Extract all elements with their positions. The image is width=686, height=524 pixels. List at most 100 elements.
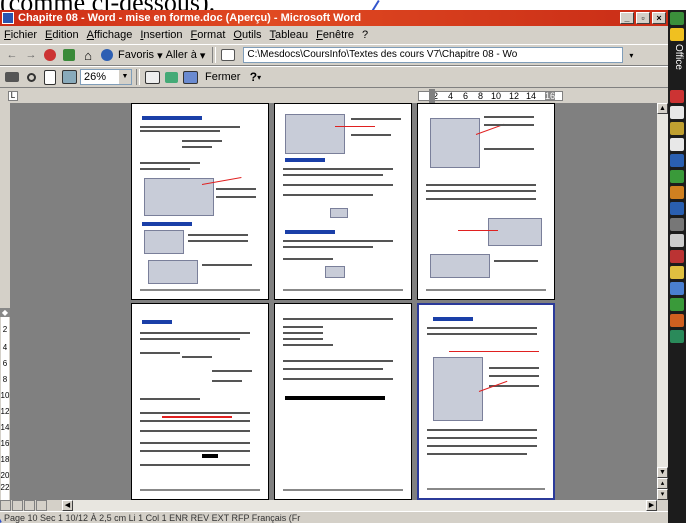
- office-bar-label: Office: [673, 44, 684, 70]
- forward-icon[interactable]: →: [23, 46, 39, 64]
- one-page-icon[interactable]: [42, 68, 58, 86]
- address-field[interactable]: C:\Mesdocs\CoursInfo\Textes des cours V7…: [243, 47, 624, 63]
- word-app-icon[interactable]: [2, 12, 14, 24]
- office-bar-icon[interactable]: [670, 266, 684, 279]
- page-thumbnail-2[interactable]: [274, 103, 412, 300]
- title-bar[interactable]: Chapitre 08 - Word - mise en forme.doc (…: [0, 10, 668, 26]
- office-bar-icon[interactable]: [670, 202, 684, 215]
- window-title: Chapitre 08 - Word - mise en forme.doc (…: [18, 12, 362, 24]
- menu-edition[interactable]: Edition: [45, 29, 79, 41]
- word-window: Chapitre 08 - Word - mise en forme.doc (…: [0, 10, 668, 523]
- menu-insertion[interactable]: Insertion: [140, 29, 182, 41]
- menu-fichier[interactable]: Fichier: [4, 29, 37, 41]
- vruler-tick: 10: [0, 391, 10, 400]
- ruler-tick: 4: [448, 91, 454, 101]
- ruler-tick: 10: [491, 91, 502, 101]
- ruler-tick: 8: [478, 91, 484, 101]
- office-bar-icon[interactable]: [670, 154, 684, 167]
- page-thumbnail-4[interactable]: [131, 303, 269, 500]
- document-area[interactable]: [10, 103, 657, 500]
- magnifier-icon[interactable]: [23, 68, 39, 86]
- office-shortcut-bar: Office: [668, 10, 686, 523]
- full-screen-icon[interactable]: [182, 68, 198, 86]
- office-bar-icon[interactable]: [670, 12, 684, 25]
- office-bar-icon[interactable]: [670, 234, 684, 247]
- scroll-left-button[interactable]: ◀: [62, 500, 73, 511]
- vruler-tick: 14: [0, 423, 10, 432]
- office-bar-icon[interactable]: [670, 298, 684, 311]
- menu-affichage[interactable]: Affichage: [87, 29, 133, 41]
- office-bar-icon[interactable]: [670, 314, 684, 327]
- menu-tableau[interactable]: Tableau: [270, 29, 309, 41]
- multiple-pages-icon[interactable]: [61, 68, 77, 86]
- vertical-scrollbar[interactable]: ▲ ▼ ▴ ▾: [657, 103, 668, 500]
- ruler-tick: 12: [509, 91, 520, 101]
- search-web-icon[interactable]: [99, 46, 115, 64]
- vruler-tick: 2: [2, 325, 8, 334]
- refresh-icon[interactable]: [61, 46, 77, 64]
- goto-button[interactable]: Aller à ▾: [166, 46, 206, 64]
- vruler-tick: 4: [2, 343, 8, 352]
- favorites-button[interactable]: Favoris ▾: [118, 46, 163, 64]
- close-button[interactable]: ×: [652, 12, 666, 24]
- next-page-button[interactable]: ▾: [657, 489, 668, 500]
- office-bar-icon[interactable]: [670, 138, 684, 151]
- close-preview-button[interactable]: Fermer: [201, 68, 244, 86]
- office-bar-icon[interactable]: [670, 330, 684, 343]
- office-bar-icon[interactable]: [670, 28, 684, 41]
- office-bar-icon[interactable]: [670, 170, 684, 183]
- menu-help[interactable]: ?: [362, 29, 368, 41]
- home-icon[interactable]: ⌂: [80, 46, 96, 64]
- page-thumbnail-3[interactable]: [417, 103, 555, 300]
- stop-icon[interactable]: [42, 46, 58, 64]
- office-bar-icon[interactable]: [670, 90, 684, 103]
- page-view-button[interactable]: [24, 500, 35, 511]
- vruler-tick: 20: [0, 471, 10, 480]
- back-icon[interactable]: ←: [4, 46, 20, 64]
- office-bar-icon[interactable]: [670, 218, 684, 231]
- print-preview-toolbar: 26% ▼ Fermer ? ▾: [0, 66, 668, 88]
- horizontal-scrollbar[interactable]: ◀ ▶: [62, 500, 657, 511]
- shrink-to-fit-icon[interactable]: [163, 68, 179, 86]
- restore-button[interactable]: ▫: [636, 12, 650, 24]
- ruler-tick: 14: [526, 91, 537, 101]
- tab-selector[interactable]: L: [8, 91, 18, 101]
- minimize-button[interactable]: _: [620, 12, 634, 24]
- scroll-right-button[interactable]: ▶: [646, 500, 657, 511]
- prev-page-button[interactable]: ▴: [657, 478, 668, 489]
- separator: [212, 47, 217, 63]
- page-thumbnail-1[interactable]: [131, 103, 269, 300]
- indent-marker[interactable]: [429, 89, 435, 103]
- help-icon[interactable]: ? ▾: [247, 68, 263, 86]
- office-bar-icon[interactable]: [670, 186, 684, 199]
- zoom-select[interactable]: 26% ▼: [80, 69, 132, 85]
- separator: [136, 69, 140, 85]
- menu-bar: Fichier Edition Affichage Insertion Form…: [0, 26, 668, 44]
- menu-format[interactable]: Format: [191, 29, 226, 41]
- web-view-button[interactable]: [12, 500, 23, 511]
- page-thumbnail-5[interactable]: [274, 303, 412, 500]
- address-dropdown-icon[interactable]: ▾: [623, 46, 639, 64]
- office-bar-icon[interactable]: [670, 250, 684, 263]
- zoom-value: 26%: [84, 71, 107, 83]
- scroll-down-button[interactable]: ▼: [657, 467, 668, 478]
- goto-label: Aller à: [165, 49, 197, 61]
- vruler-tick: 8: [2, 375, 8, 384]
- normal-view-button[interactable]: [0, 500, 11, 511]
- ruler-strip[interactable]: 2 4 6 8 10 12 14 16: [418, 91, 563, 101]
- page-thumbnail-6-selected[interactable]: [417, 303, 555, 500]
- office-bar-icon[interactable]: [670, 122, 684, 135]
- print-icon[interactable]: [4, 68, 20, 86]
- office-bar-icon[interactable]: [670, 106, 684, 119]
- show-toolbar-icon[interactable]: [220, 46, 236, 64]
- web-toolbar: ← → ⌂ Favoris ▾ Aller à ▾ C:\Mesdocs\Cou…: [0, 44, 668, 66]
- outline-view-button[interactable]: [36, 500, 47, 511]
- office-bar-icon[interactable]: [670, 282, 684, 295]
- top-text-fragment: (comme ci-dessous).: [0, 0, 216, 17]
- scroll-up-button[interactable]: ▲: [657, 103, 668, 114]
- view-ruler-icon[interactable]: [144, 68, 160, 86]
- vruler-tick: 6: [2, 359, 8, 368]
- menu-outils[interactable]: Outils: [233, 29, 261, 41]
- menu-fenetre[interactable]: Fenêtre: [316, 29, 354, 41]
- ruler-tick: 16: [545, 91, 556, 101]
